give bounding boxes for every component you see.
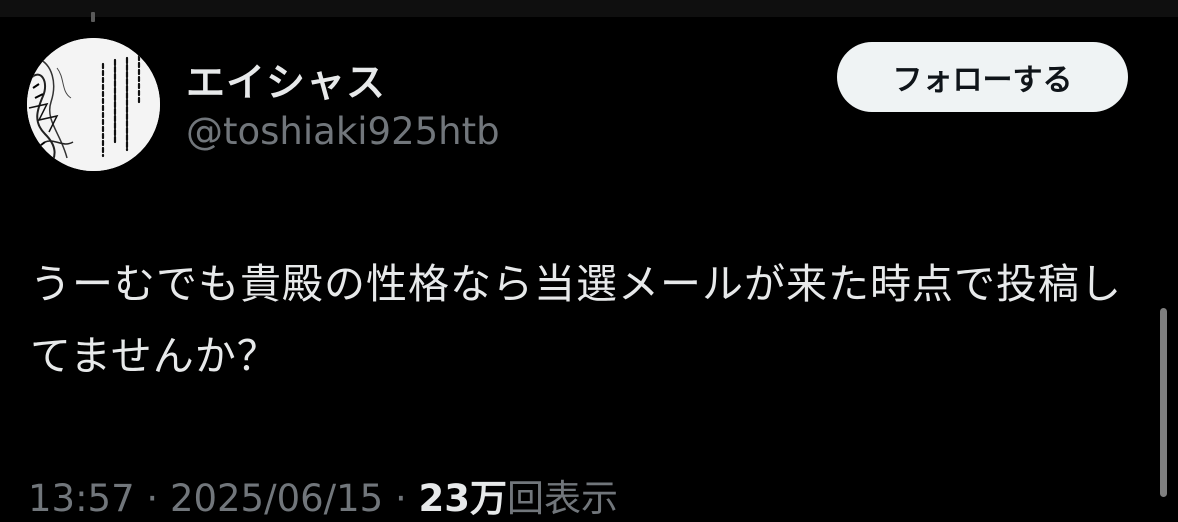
tweet-text: うーむでも貴殿の性格なら当選メールが来た時点で投稿してませんか？ xyxy=(30,260,1122,380)
top-bar xyxy=(0,0,1178,22)
meta-separator: · xyxy=(146,477,159,520)
tweet-time[interactable]: 13:57 xyxy=(28,477,135,520)
follow-button[interactable]: フォローする xyxy=(837,42,1128,112)
scrollbar[interactable] xyxy=(1160,308,1167,497)
display-name[interactable]: エイシャス xyxy=(186,52,386,108)
user-handle[interactable]: @toshiaki925htb xyxy=(186,110,500,153)
views-count[interactable]: 23万 xyxy=(419,477,508,520)
avatar-image xyxy=(27,38,160,171)
views-label: 回表示 xyxy=(507,477,618,520)
avatar[interactable] xyxy=(27,38,160,171)
tweet-date[interactable]: 2025/06/15 xyxy=(170,477,383,520)
top-bar-handle xyxy=(91,12,95,22)
meta-separator-2: · xyxy=(394,477,407,520)
tweet-meta: 13:57 · 2025/06/15 · 23万回表示 xyxy=(28,468,618,522)
